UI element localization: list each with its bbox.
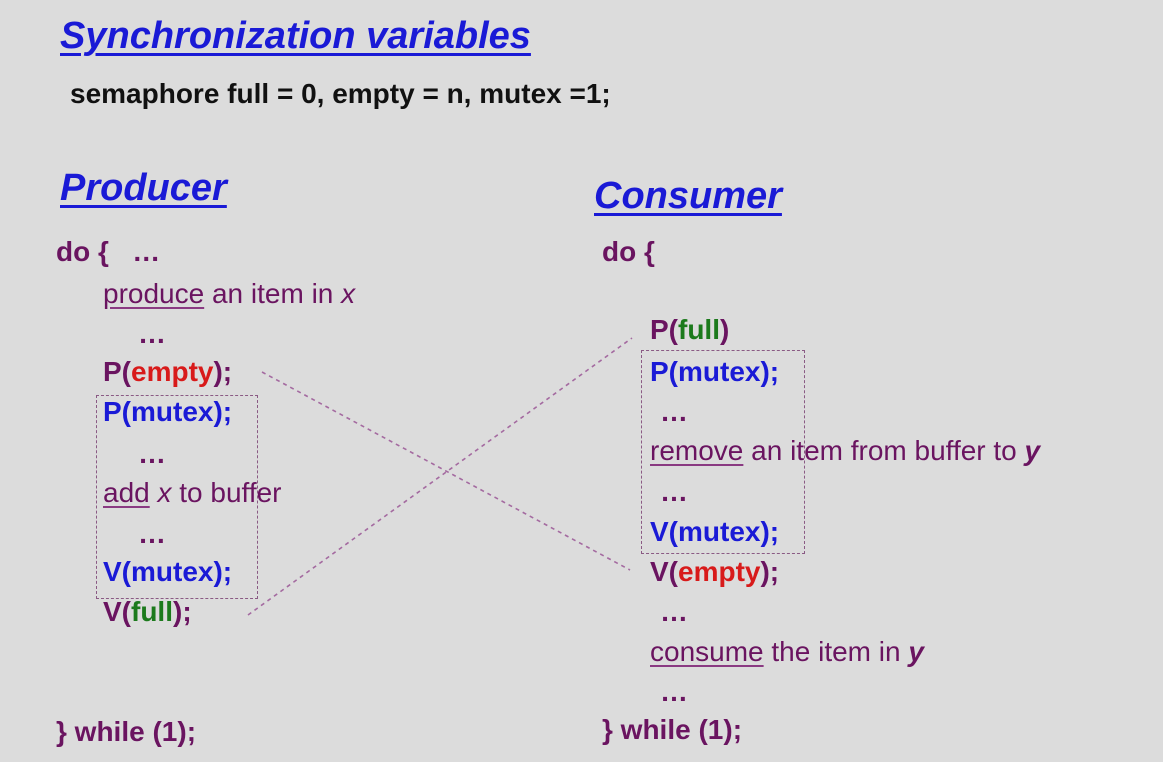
connector-lines — [247, 337, 633, 616]
empty-connector-line — [261, 371, 631, 571]
full-connector-line — [247, 337, 633, 616]
slide: Synchronization variables semaphore full… — [0, 0, 1163, 762]
